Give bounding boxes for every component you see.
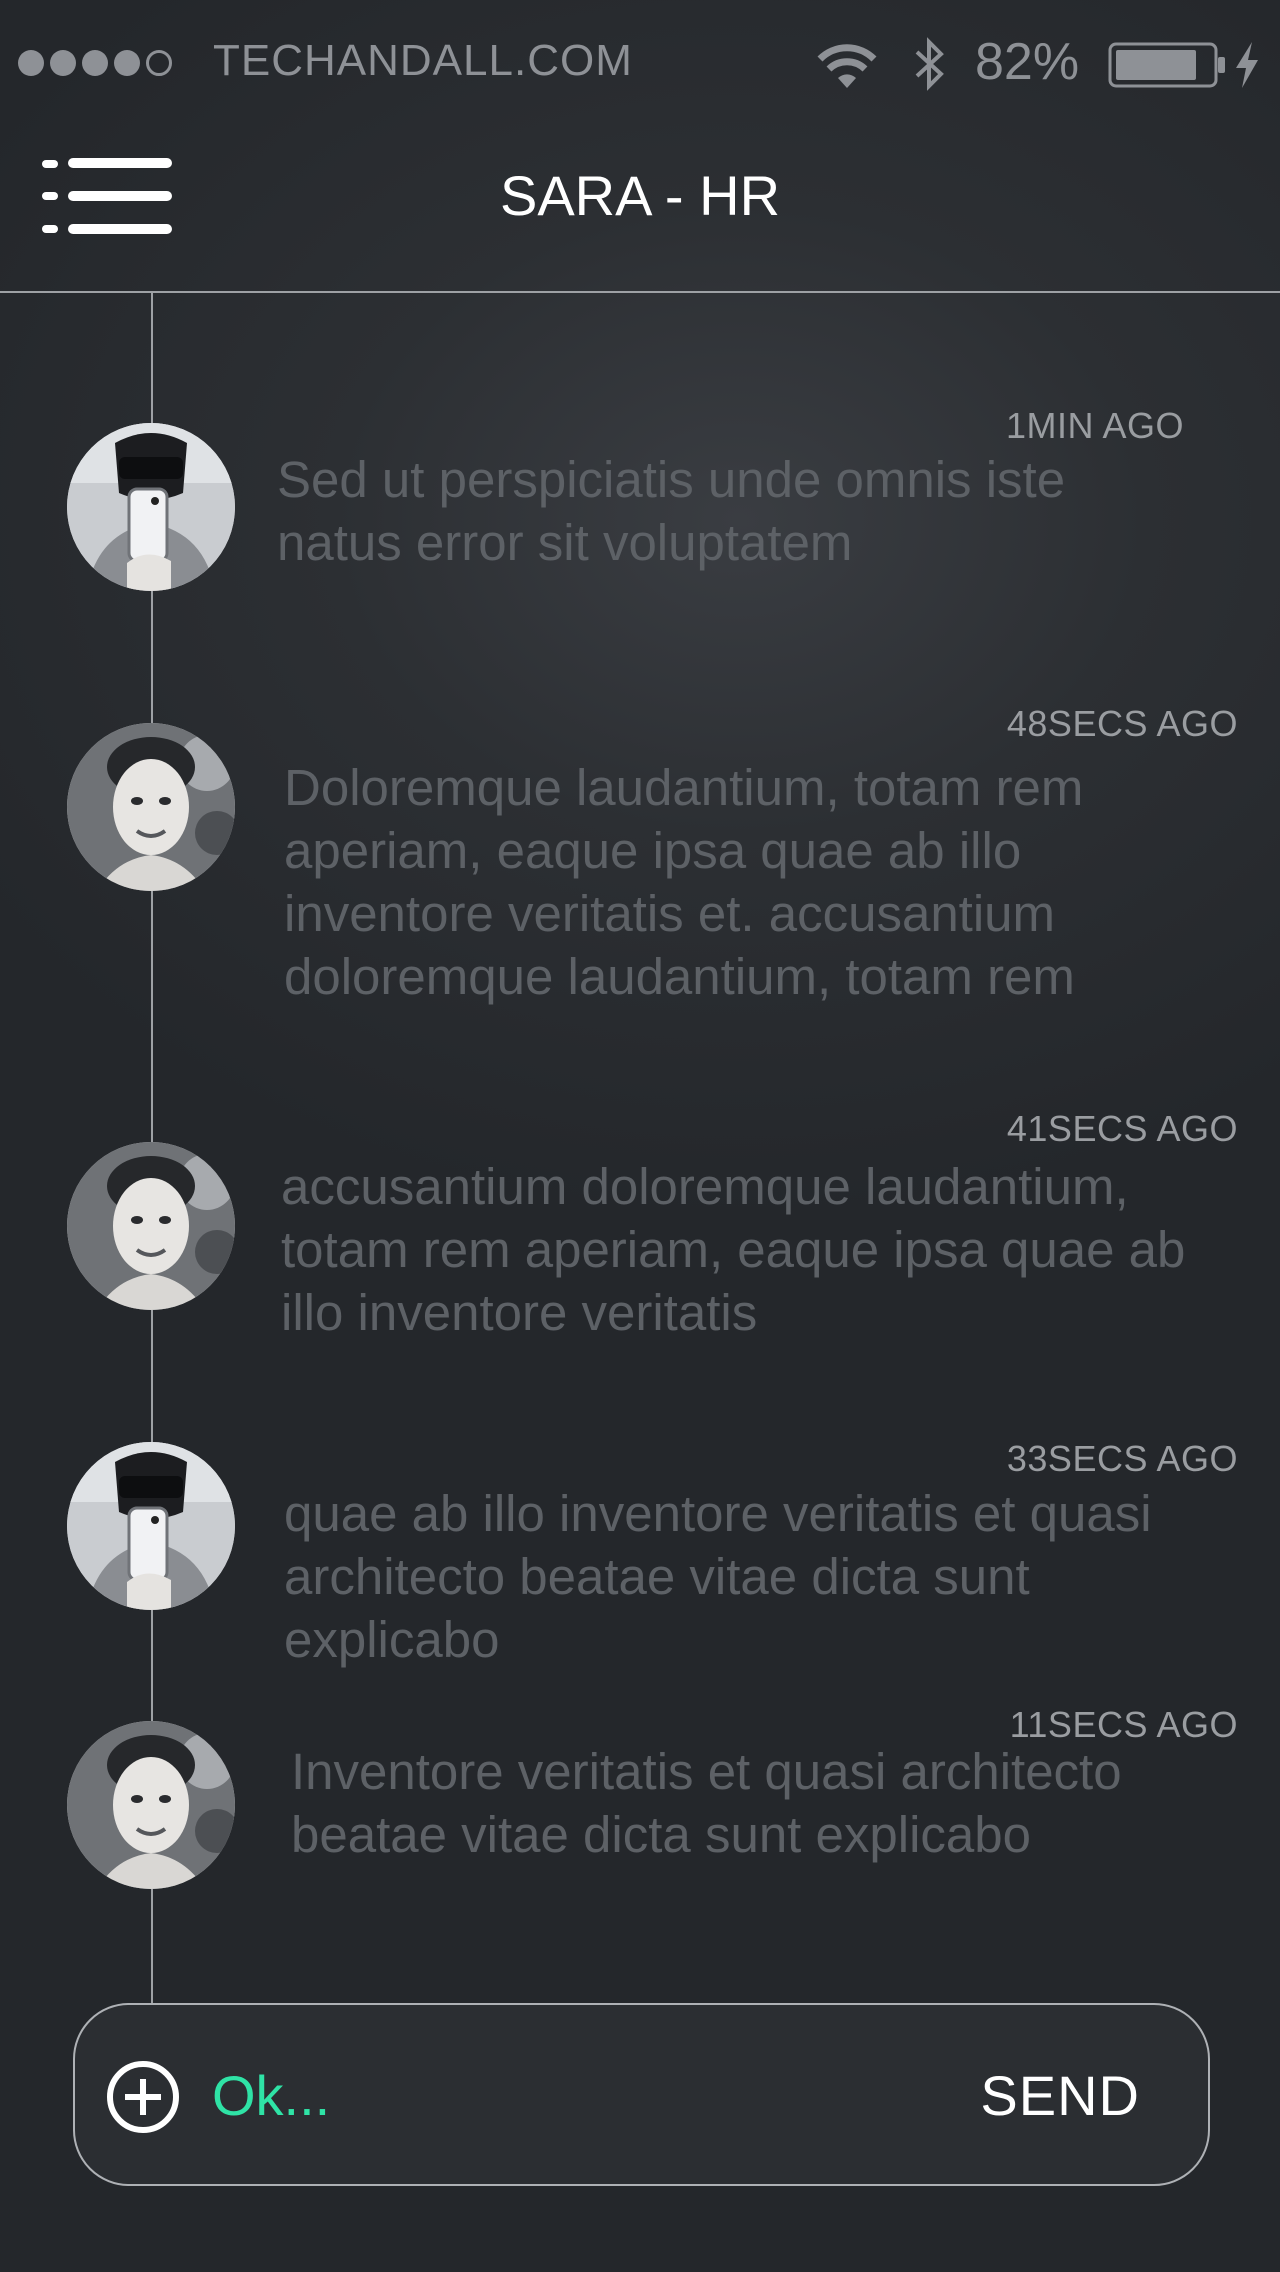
message-text: Doloremque laudantium, totam rem aperiam… <box>284 759 1084 1005</box>
message-timestamp: 41SECS AGO <box>1006 1108 1238 1149</box>
message-text: accusantium doloremque laudantium, totam… <box>281 1158 1186 1341</box>
send-button[interactable]: SEND <box>980 2063 1140 2128</box>
wifi-icon <box>817 44 877 88</box>
message-text: quae ab illo inventore veritatis et quas… <box>284 1485 1152 1668</box>
woman-portrait-avatar[interactable] <box>67 723 235 891</box>
man-selfie-avatar[interactable] <box>67 423 235 591</box>
message-timestamp: 1MIN AGO <box>1005 405 1184 446</box>
man-selfie-avatar[interactable] <box>67 1442 235 1610</box>
plus-circle-icon[interactable] <box>105 2059 181 2135</box>
status-bar: TECHANDALL.COM 82% <box>0 0 1280 118</box>
message-timestamp: 48SECS AGO <box>1006 703 1238 744</box>
battery-percent: 82% <box>975 33 1080 91</box>
message-text: Inventore veritatis et quasi architecto … <box>291 1743 1122 1863</box>
message-timestamp: 33SECS AGO <box>1006 1438 1238 1479</box>
app-header: SARA - HR <box>0 118 1280 293</box>
woman-portrait-avatar[interactable] <box>67 1142 235 1310</box>
message-composer: SEND <box>73 2003 1210 2186</box>
carrier-name: TECHANDALL.COM <box>213 36 633 85</box>
bluetooth-icon <box>915 37 944 91</box>
battery-icon <box>1108 42 1225 88</box>
message-text: Sed ut perspiciatis unde omnis iste natu… <box>277 451 1066 571</box>
signal-strength-icon <box>18 50 172 76</box>
page-title: SARA - HR <box>499 164 781 227</box>
message-input[interactable] <box>212 2055 912 2135</box>
charging-bolt-icon <box>1236 42 1258 88</box>
woman-portrait-avatar[interactable] <box>67 1721 235 1889</box>
